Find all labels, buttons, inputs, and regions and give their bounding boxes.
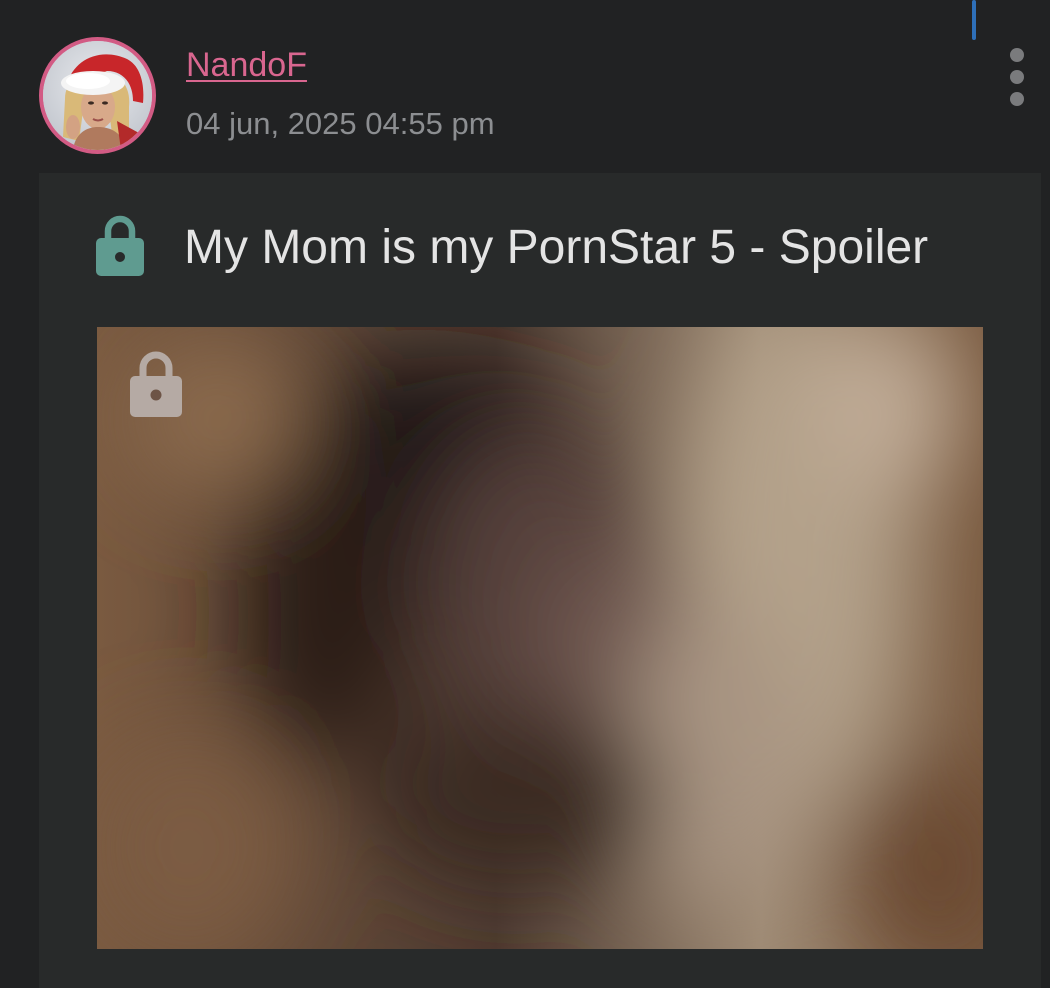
post-screen: NandoF 04 jun, 2025 04:55 pm My Mom is m… (0, 0, 1050, 988)
more-vertical-icon (1010, 92, 1024, 106)
blurred-image (97, 327, 983, 949)
more-vertical-icon (1010, 70, 1024, 84)
avatar[interactable] (39, 37, 156, 154)
more-options-button[interactable] (1000, 48, 1034, 110)
author-link[interactable]: NandoF (186, 46, 307, 85)
lock-icon (96, 215, 144, 276)
scroll-indicator[interactable] (972, 0, 976, 40)
post-title: My Mom is my PornStar 5 - Spoiler (184, 221, 929, 274)
lock-icon (130, 351, 182, 417)
more-vertical-icon (1010, 48, 1024, 62)
post-timestamp: 04 jun, 2025 04:55 pm (186, 106, 495, 141)
avatar-image (43, 41, 152, 150)
spoiler-image[interactable] (97, 327, 983, 949)
